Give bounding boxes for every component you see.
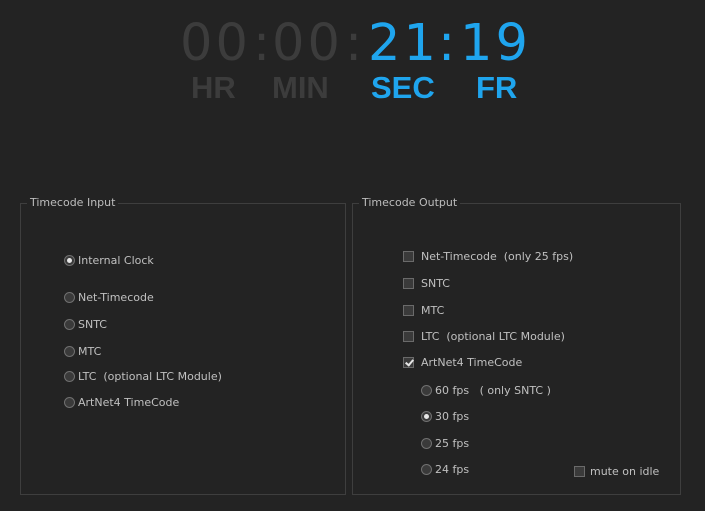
- output-check-mtc[interactable]: MTC: [403, 304, 444, 317]
- input-option-internal-clock[interactable]: Internal Clock: [64, 254, 154, 267]
- group-title: Timecode Input: [27, 196, 119, 210]
- minutes-digits: 00: [272, 14, 343, 73]
- check-label: Net-Timecode (only 25 fps): [421, 250, 574, 263]
- check-label: ArtNet4 TimeCode: [421, 356, 523, 369]
- checkbox[interactable]: [403, 278, 414, 289]
- checkbox[interactable]: [574, 466, 585, 477]
- radio-button[interactable]: [64, 397, 75, 408]
- separator-2: :: [345, 14, 366, 73]
- check-label: LTC (optional LTC Module): [421, 330, 565, 343]
- checkbox[interactable]: [403, 357, 414, 368]
- radio-button[interactable]: [64, 319, 75, 330]
- radio-button[interactable]: [421, 464, 432, 475]
- input-option-ltc[interactable]: LTC (optional LTC Module): [64, 370, 222, 383]
- seconds-digits: 21: [368, 14, 439, 73]
- option-label: MTC: [78, 345, 102, 358]
- timecode-output-group: Timecode Output: [352, 196, 681, 495]
- mute-on-idle-checkbox[interactable]: mute on idle: [574, 465, 659, 478]
- timecode-display: 00 : 00 : 21 : 19 HR MIN SEC FR: [0, 10, 705, 110]
- checkbox[interactable]: [403, 305, 414, 316]
- input-option-sntc[interactable]: SNTC: [64, 318, 107, 331]
- option-label: ArtNet4 TimeCode: [78, 396, 180, 409]
- sec-label: SEC: [371, 70, 435, 105]
- output-check-net-timecode[interactable]: Net-Timecode (only 25 fps): [403, 250, 573, 263]
- option-label: SNTC: [78, 318, 107, 331]
- hr-label: HR: [191, 70, 236, 105]
- fr-label: FR: [476, 70, 518, 105]
- fps-option-25[interactable]: 25 fps: [421, 437, 469, 450]
- fps-option-30[interactable]: 30 fps: [421, 410, 469, 423]
- output-check-artnet4[interactable]: ArtNet4 TimeCode: [403, 356, 522, 369]
- radio-button[interactable]: [64, 255, 75, 266]
- checkbox[interactable]: [403, 251, 414, 262]
- separator-1: :: [253, 14, 274, 73]
- radio-button[interactable]: [421, 385, 432, 396]
- radio-button[interactable]: [64, 346, 75, 357]
- check-label: SNTC: [421, 277, 450, 290]
- option-label: Net-Timecode: [78, 291, 154, 304]
- input-option-mtc[interactable]: MTC: [64, 345, 101, 358]
- fps-label: 25 fps: [435, 437, 470, 450]
- checkbox[interactable]: [403, 331, 414, 342]
- output-check-sntc[interactable]: SNTC: [403, 277, 450, 290]
- fps-option-24[interactable]: 24 fps: [421, 463, 469, 476]
- option-label: Internal Clock: [78, 254, 154, 267]
- group-title: Timecode Output: [359, 196, 461, 210]
- hours-digits: 00: [180, 14, 251, 73]
- min-label: MIN: [272, 70, 329, 105]
- fps-label: 30 fps: [435, 410, 470, 423]
- separator-3: :: [438, 14, 459, 73]
- mute-label: mute on idle: [590, 465, 660, 478]
- fps-label: 24 fps: [435, 463, 470, 476]
- input-option-net-timecode[interactable]: Net-Timecode: [64, 291, 154, 304]
- fps-option-60[interactable]: 60 fps ( only SNTC ): [421, 384, 551, 397]
- option-label: LTC (optional LTC Module): [78, 370, 222, 383]
- check-label: MTC: [421, 304, 445, 317]
- radio-button[interactable]: [421, 411, 432, 422]
- fps-label: 60 fps ( only SNTC ): [435, 384, 551, 397]
- frames-digits: 19: [460, 14, 531, 73]
- radio-button[interactable]: [64, 292, 75, 303]
- output-check-ltc[interactable]: LTC (optional LTC Module): [403, 330, 565, 343]
- radio-button[interactable]: [421, 438, 432, 449]
- radio-button[interactable]: [64, 371, 75, 382]
- input-option-artnet4[interactable]: ArtNet4 TimeCode: [64, 396, 179, 409]
